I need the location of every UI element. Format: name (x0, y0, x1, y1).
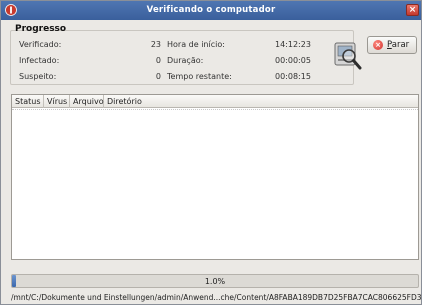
results-list[interactable]: Status Vírus Arquivo Diretório (11, 94, 419, 260)
results-list-header: Status Vírus Arquivo Diretório (12, 95, 418, 108)
infected-value: 0 (155, 56, 161, 65)
window-title: Verificando o computador (146, 5, 276, 15)
infected-label: Infectado: (19, 56, 60, 65)
remaining-value: 00:08:15 (275, 72, 311, 81)
scanned-label: Verificado: (19, 40, 62, 49)
title-bar[interactable]: Verificando o computador × (1, 1, 421, 20)
scanned-value: 23 (150, 40, 161, 49)
start-time-label: Hora de início: (167, 40, 225, 49)
column-file[interactable]: Arquivo (70, 95, 104, 108)
stop-button-label: Parar (387, 40, 410, 50)
suspect-label: Suspeito: (19, 72, 57, 81)
close-button[interactable]: × (406, 4, 419, 16)
scan-dialog-window: Verificando o computador × Progresso Ver… (0, 0, 422, 305)
current-file-path: /mnt/C:/Dokumente und Einstellungen/admi… (11, 293, 421, 302)
remaining-label: Tempo restante: (167, 72, 232, 81)
progress-group-title: Progresso (15, 24, 67, 34)
duration-value: 00:00:05 (275, 56, 311, 65)
progress-percent: 1.0% (204, 277, 226, 286)
stop-icon: × (373, 40, 383, 50)
column-status[interactable]: Status (12, 95, 44, 108)
start-time-value: 14:12:23 (275, 40, 311, 49)
scan-progress-bar: 1.0% (11, 274, 419, 288)
column-virus[interactable]: Vírus (44, 95, 70, 108)
stop-button[interactable]: × Parar (367, 36, 417, 54)
computer-scan-icon (334, 42, 362, 70)
duration-label: Duração: (167, 56, 204, 65)
column-directory[interactable]: Diretório (104, 95, 418, 108)
suspect-value: 0 (155, 72, 161, 81)
results-list-body[interactable] (12, 109, 418, 259)
